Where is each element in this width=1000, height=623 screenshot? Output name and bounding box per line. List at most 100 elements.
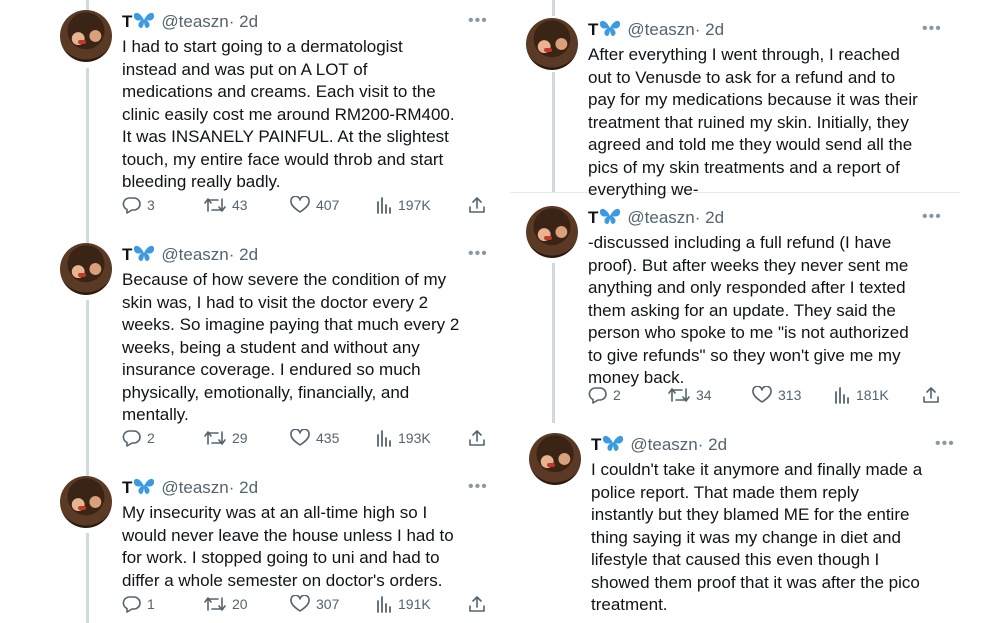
- like-count: 307: [316, 596, 340, 612]
- display-name[interactable]: T: [591, 435, 601, 455]
- tweet-line: bleeding really badly.: [122, 172, 281, 191]
- tweet-line: agreed and told me they would send all t…: [588, 135, 913, 154]
- display-name[interactable]: T: [122, 12, 132, 32]
- like-count: 313: [778, 387, 802, 403]
- timestamp[interactable]: · 2d: [229, 478, 258, 498]
- like-icon: [752, 386, 772, 403]
- display-name[interactable]: T: [588, 20, 598, 40]
- avatar[interactable]: [60, 476, 112, 528]
- tweet-actions: 2 29 435 193K: [122, 429, 502, 451]
- views-icon: [835, 387, 849, 404]
- user-handle[interactable]: @teaszn: [627, 208, 694, 228]
- reply-count: 3: [147, 197, 155, 213]
- butterfly-icon: [599, 207, 621, 230]
- more-options-icon[interactable]: •••: [922, 20, 942, 38]
- views-button[interactable]: 197K: [376, 196, 431, 214]
- views-count: 191K: [398, 596, 431, 612]
- timestamp[interactable]: · 2d: [229, 12, 258, 32]
- tweet-right-2[interactable]: T @teaszn · 2d ••• -discussed including …: [526, 206, 946, 411]
- tweet-text: I couldn't take it anymore and finally m…: [591, 459, 922, 617]
- share-icon: [469, 430, 485, 446]
- like-icon: [290, 595, 310, 612]
- views-button[interactable]: 193K: [376, 429, 431, 447]
- reply-button[interactable]: 2: [588, 386, 621, 404]
- tweet-line: thing saying it was my change in diet an…: [591, 527, 901, 547]
- reply-button[interactable]: 3: [122, 196, 155, 214]
- tweet-text: I had to start going to a dermatologist …: [122, 36, 455, 194]
- timestamp[interactable]: · 2d: [698, 435, 727, 455]
- avatar[interactable]: [526, 206, 578, 258]
- timestamp[interactable]: · 2d: [695, 20, 724, 40]
- share-button[interactable]: [922, 386, 940, 404]
- butterfly-icon: [133, 477, 155, 500]
- display-name[interactable]: T: [122, 245, 132, 265]
- more-options-icon[interactable]: •••: [468, 478, 488, 496]
- tweet-line: medications and creams. Each visit to th…: [122, 82, 436, 101]
- tweet-line: person who spoke to me "is not authorize…: [588, 323, 909, 342]
- like-button[interactable]: 313: [752, 386, 801, 404]
- tweet-left-2[interactable]: T @teaszn · 2d ••• Because of how severe…: [60, 243, 500, 463]
- views-button[interactable]: 191K: [376, 595, 431, 613]
- butterfly-icon: [602, 434, 624, 457]
- user-handle[interactable]: @teaszn: [161, 12, 228, 32]
- views-icon: [377, 596, 391, 613]
- tweet-line: pay for my medications because it was th…: [588, 90, 918, 109]
- tweet-line: mentally.: [122, 405, 189, 424]
- tweet-line: I couldn't take it anymore and finally m…: [591, 460, 923, 479]
- like-button[interactable]: 307: [290, 595, 339, 613]
- tweet-line: to give refunds" so they won't give me m…: [588, 345, 901, 365]
- avatar[interactable]: [60, 10, 112, 62]
- tweet-line: would never leave the house unless I had…: [122, 525, 454, 545]
- retweet-icon: [204, 431, 226, 445]
- reply-button[interactable]: 1: [122, 595, 155, 613]
- timestamp[interactable]: · 2d: [695, 208, 724, 228]
- tweet-text: My insecurity was at an all-time high so…: [122, 502, 454, 592]
- more-options-icon[interactable]: •••: [468, 245, 488, 263]
- user-handle[interactable]: @teaszn: [161, 245, 228, 265]
- reply-count: 2: [613, 387, 621, 403]
- avatar[interactable]: [529, 433, 581, 485]
- like-button[interactable]: 407: [290, 196, 339, 214]
- share-button[interactable]: [468, 595, 486, 613]
- tweet-line: weeks. So imagine paying that much every…: [122, 315, 460, 334]
- avatar[interactable]: [60, 243, 112, 295]
- user-handle[interactable]: @teaszn: [630, 435, 697, 455]
- user-handle[interactable]: @teaszn: [627, 20, 694, 40]
- tweet-line: lifestyle that caused this even though I: [591, 550, 880, 569]
- retweet-count: 43: [232, 197, 248, 213]
- thread-line-right-top: [552, 0, 555, 16]
- share-button[interactable]: [468, 429, 486, 447]
- retweet-button[interactable]: 34: [668, 386, 712, 404]
- tweet-left-1[interactable]: T @teaszn · 2d ••• I had to start going …: [60, 10, 500, 230]
- tweet-actions: 3 43 407 197K: [122, 196, 502, 218]
- display-name[interactable]: T: [588, 208, 598, 228]
- more-options-icon[interactable]: •••: [935, 435, 955, 453]
- views-button[interactable]: 181K: [834, 386, 889, 404]
- like-button[interactable]: 435: [290, 429, 339, 447]
- display-name[interactable]: T: [122, 478, 132, 498]
- retweet-button[interactable]: 43: [204, 196, 248, 214]
- tweet-line: Because of how severe the condition of m…: [122, 270, 447, 289]
- butterfly-icon: [133, 11, 155, 34]
- butterfly-icon: [599, 19, 621, 42]
- tweet-right-1[interactable]: T @teaszn · 2d ••• After everything I we…: [526, 18, 946, 199]
- share-button[interactable]: [468, 196, 486, 214]
- tweet-left-3[interactable]: T @teaszn · 2d ••• My insecurity was at …: [60, 476, 500, 621]
- avatar[interactable]: [526, 18, 578, 70]
- tweet-line: treatment that ruined my skin. Initially…: [588, 112, 909, 132]
- tweet-line: clinic easily cost me around RM200-RM400…: [122, 104, 455, 124]
- retweet-button[interactable]: 29: [204, 429, 248, 447]
- user-handle[interactable]: @teaszn: [161, 478, 228, 498]
- more-options-icon[interactable]: •••: [468, 12, 488, 30]
- timestamp[interactable]: · 2d: [229, 245, 258, 265]
- reply-button[interactable]: 2: [122, 429, 155, 447]
- reply-icon: [122, 596, 141, 613]
- tweet-actions: 2 34 313 181K: [588, 386, 948, 408]
- more-options-icon[interactable]: •••: [922, 208, 942, 226]
- tweet-right-3[interactable]: T @teaszn · 2d ••• I couldn't take it an…: [529, 433, 955, 621]
- tweet-line: out to Venusde to ask for a refund and t…: [588, 67, 896, 87]
- reply-count: 1: [147, 596, 155, 612]
- retweet-button[interactable]: 20: [204, 595, 248, 613]
- tweet-line: proof). But after weeks they never sent …: [588, 255, 909, 275]
- reply-icon: [122, 430, 141, 447]
